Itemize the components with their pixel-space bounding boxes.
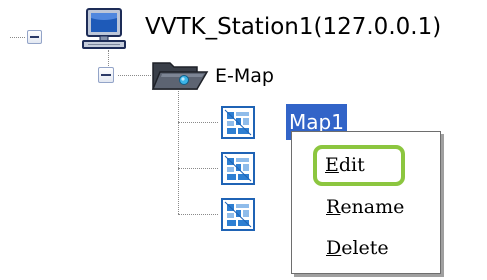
menu-item-rename[interactable]: Rename xyxy=(326,193,404,221)
menu-item-edit[interactable]: Edit xyxy=(325,151,365,179)
menu-item-label: ename xyxy=(340,196,405,218)
menu-item-label: dit xyxy=(338,154,365,176)
emap-collapse-toggle[interactable] xyxy=(98,67,114,83)
menu-item-accel: D xyxy=(326,237,342,259)
emap-label[interactable]: E-Map xyxy=(215,63,274,89)
map-icon[interactable] xyxy=(221,106,255,139)
map-icon[interactable] xyxy=(221,198,255,231)
station-label[interactable]: VVTK_Station1(127.0.0.1) xyxy=(145,12,441,42)
tree-connector-emap-children xyxy=(178,91,179,214)
open-folder-icon xyxy=(151,62,209,90)
tree-connector-emap xyxy=(118,75,151,76)
minus-icon xyxy=(101,74,111,76)
context-menu: Edit Rename Delete xyxy=(291,131,441,274)
tree-connector-map-3 xyxy=(178,214,218,215)
tree-connector-map-2 xyxy=(178,168,218,169)
menu-item-accel: E xyxy=(325,154,339,176)
tree-connector-map-1 xyxy=(178,122,218,123)
tree-connector-root xyxy=(10,37,25,38)
minus-icon xyxy=(30,36,39,38)
computer-icon xyxy=(82,8,126,49)
menu-item-label: elete xyxy=(341,237,389,259)
menu-item-delete[interactable]: Delete xyxy=(326,234,389,262)
map-icon[interactable] xyxy=(221,152,255,185)
station-collapse-toggle[interactable] xyxy=(27,30,42,44)
menu-item-accel: R xyxy=(326,196,341,218)
